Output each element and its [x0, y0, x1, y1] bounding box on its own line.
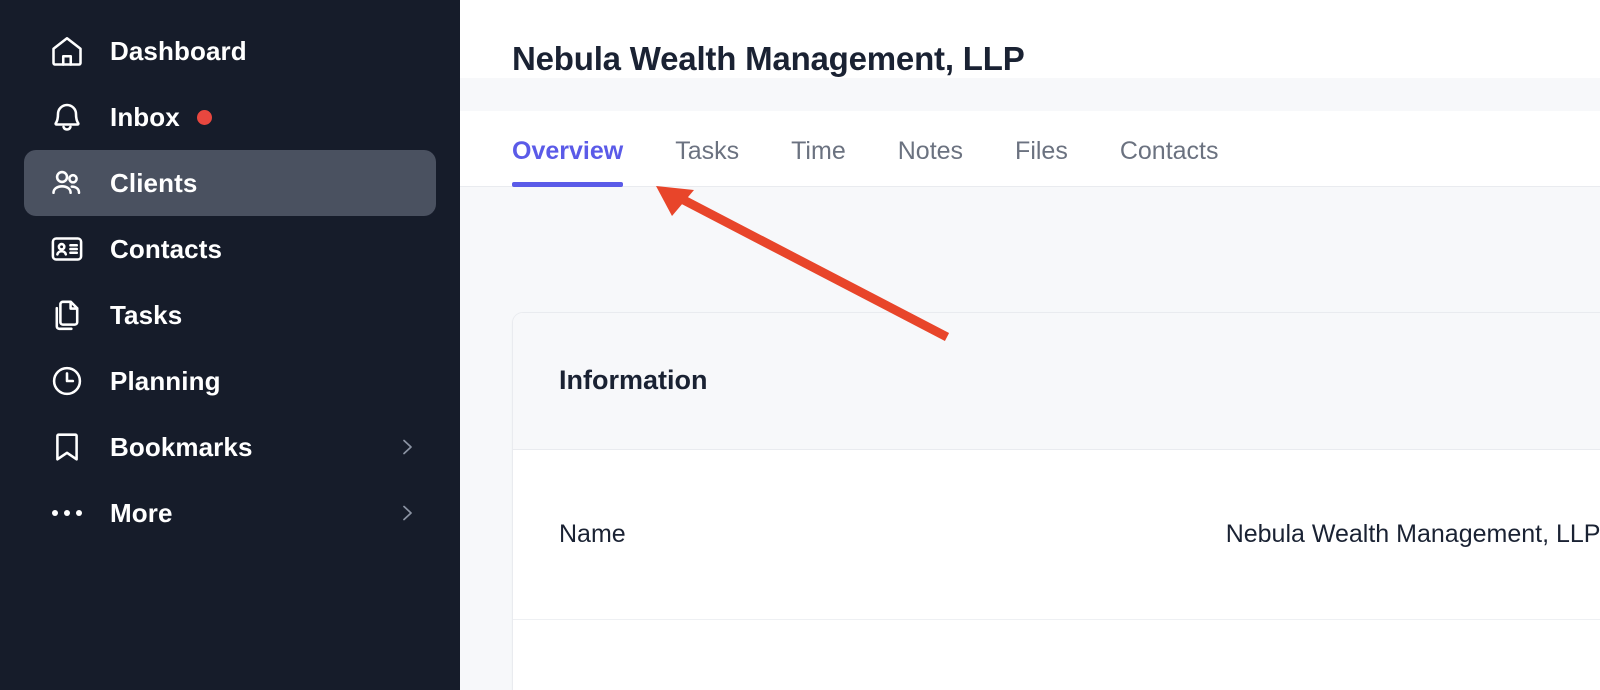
sidebar-item-label: Bookmarks	[110, 431, 253, 462]
sidebar-item-dashboard[interactable]: Dashboard	[24, 18, 436, 84]
page-header: Nebula Wealth Management, LLP	[460, 0, 1600, 78]
tab-contacts[interactable]: Contacts	[1120, 139, 1219, 186]
overview-panel: Information Name Nebula Wealth Managemen…	[460, 187, 1600, 690]
sidebar-item-bookmarks[interactable]: Bookmarks	[24, 414, 436, 480]
bell-icon	[46, 96, 88, 138]
information-card: Information Name Nebula Wealth Managemen…	[512, 312, 1600, 690]
sidebar-item-contacts[interactable]: Contacts	[24, 216, 436, 282]
tab-bar: Overview Tasks Time Notes Files Contacts	[460, 111, 1600, 187]
tab-notes[interactable]: Notes	[898, 139, 963, 186]
tab-files[interactable]: Files	[1015, 139, 1068, 186]
inbox-notification-dot	[196, 109, 212, 125]
sidebar-item-tasks[interactable]: Tasks	[24, 282, 436, 348]
chevron-right-icon[interactable]	[394, 500, 420, 526]
table-row: Name Nebula Wealth Management, LLP	[513, 450, 1600, 620]
chevron-right-icon[interactable]	[394, 434, 420, 460]
bookmark-icon	[46, 426, 88, 468]
sidebar-item-label: Tasks	[110, 299, 183, 330]
sidebar-item-label: Planning	[110, 365, 221, 396]
information-card-header: Information	[513, 313, 1600, 450]
sidebar-item-label: Clients	[110, 167, 198, 198]
clock-icon	[46, 360, 88, 402]
main-content: Nebula Wealth Management, LLP Overview T…	[460, 0, 1600, 690]
home-icon	[46, 30, 88, 72]
sidebar-item-more[interactable]: More	[24, 480, 436, 546]
sidebar-item-inbox[interactable]: Inbox	[24, 84, 436, 150]
field-label-name: Name	[559, 520, 626, 548]
sidebar-item-label: Dashboard	[110, 35, 247, 66]
table-row	[513, 620, 1600, 690]
sidebar-item-label: Inbox	[110, 101, 180, 132]
app-root: Dashboard Inbox Clients Contacts Tasks P…	[0, 0, 1600, 690]
sidebar: Dashboard Inbox Clients Contacts Tasks P…	[0, 0, 460, 690]
tab-tasks[interactable]: Tasks	[675, 139, 739, 186]
sidebar-item-label: More	[110, 497, 173, 528]
sidebar-item-clients[interactable]: Clients	[24, 150, 436, 216]
sidebar-item-label: Contacts	[110, 233, 223, 264]
field-value-name: Nebula Wealth Management, LLP	[1225, 520, 1600, 548]
information-card-title: Information	[559, 364, 708, 395]
users-icon	[46, 162, 88, 204]
page-title: Nebula Wealth Management, LLP	[512, 40, 1025, 77]
tab-overview[interactable]: Overview	[512, 139, 624, 187]
ellipsis-icon	[46, 492, 88, 534]
documents-icon	[46, 294, 88, 336]
sidebar-item-planning[interactable]: Planning	[24, 348, 436, 414]
id-card-icon	[46, 228, 88, 270]
tab-time[interactable]: Time	[791, 139, 846, 186]
